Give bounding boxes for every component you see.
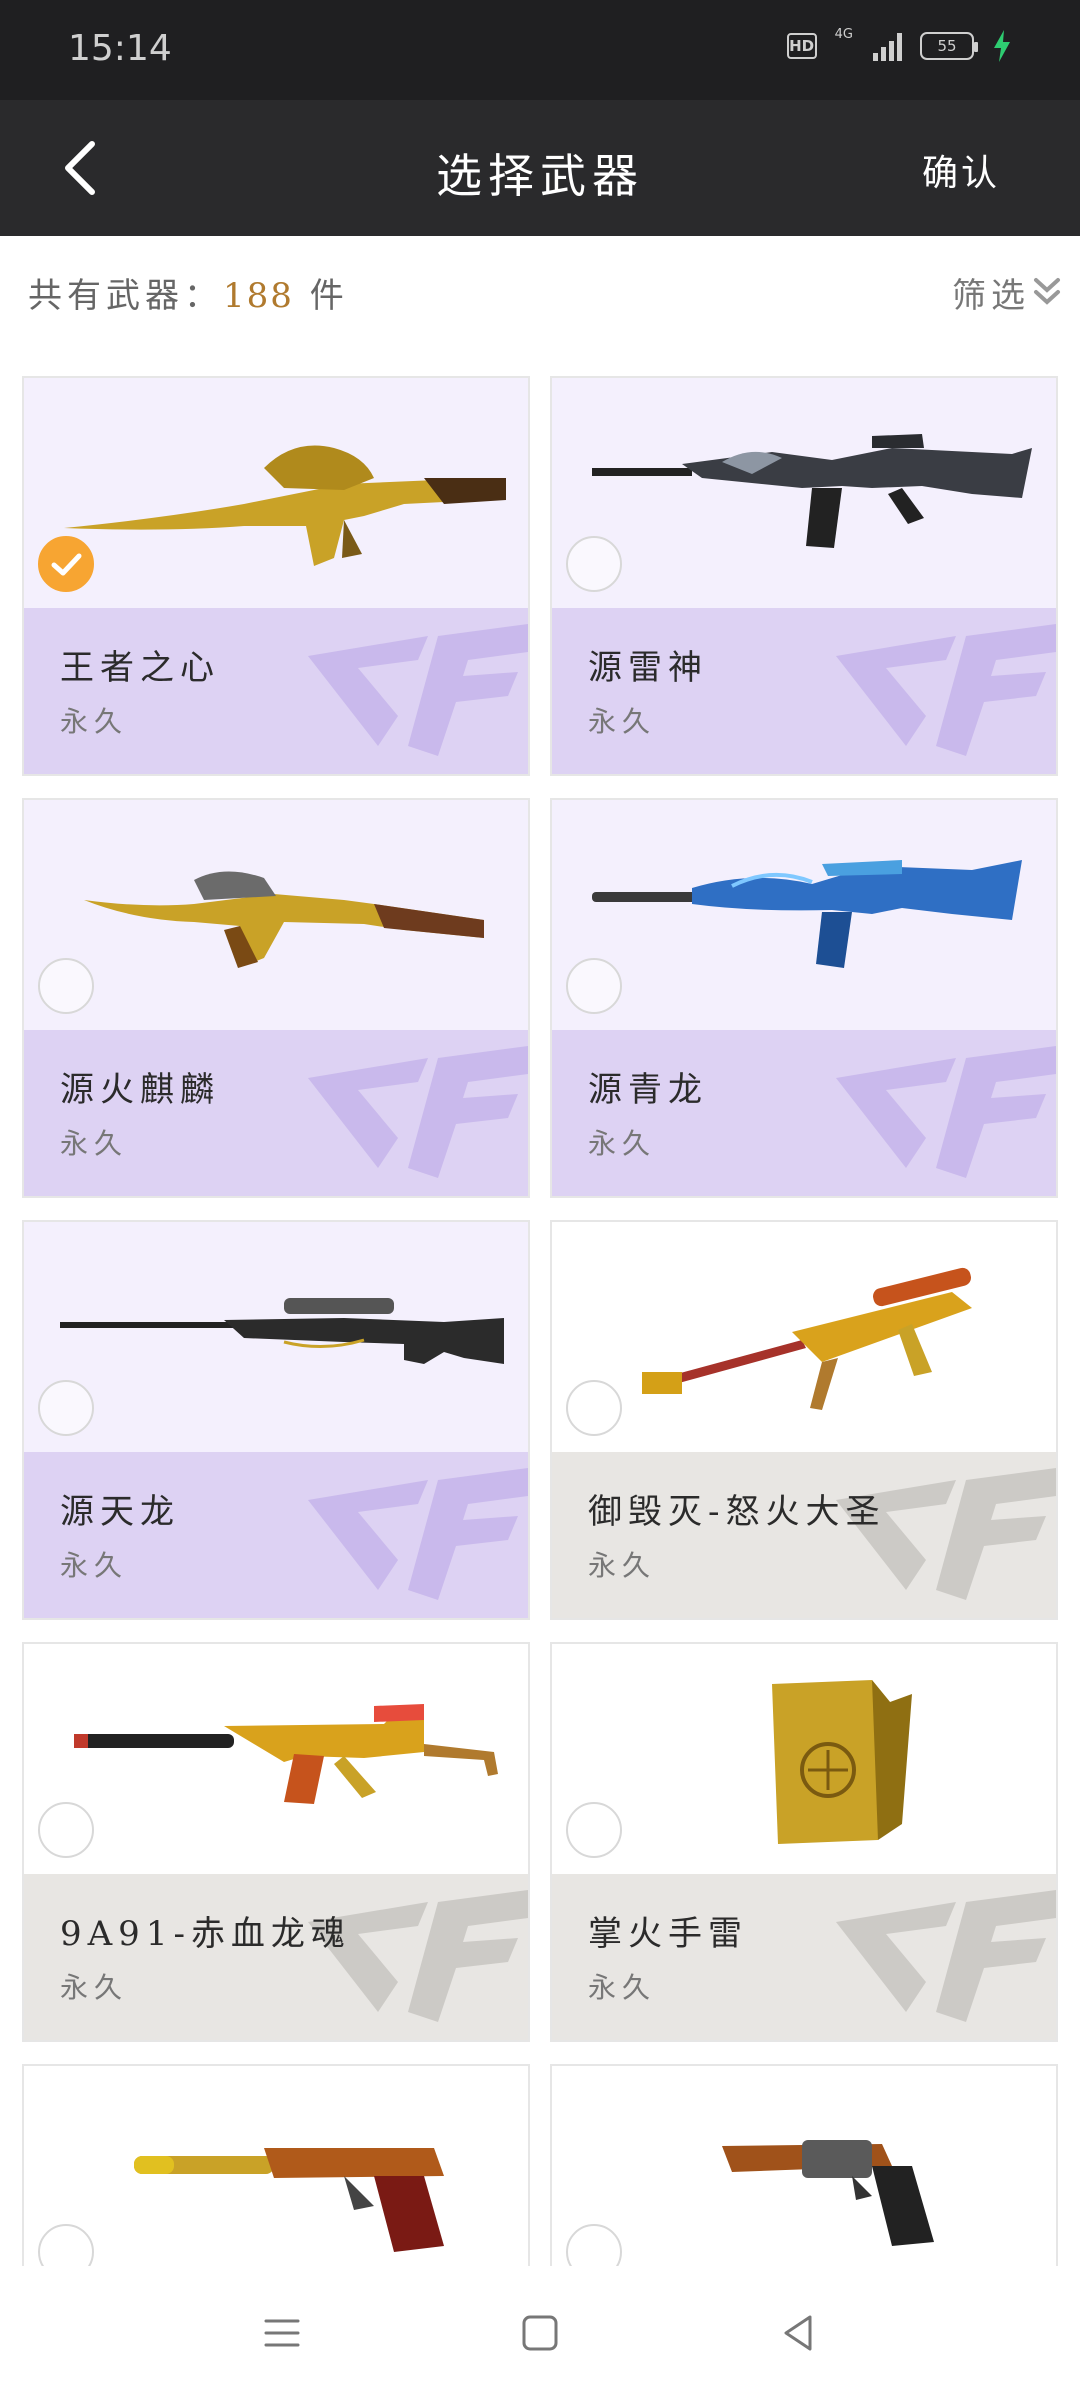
- weapon-name: 源火麒麟: [60, 1070, 220, 1110]
- weapon-card[interactable]: 源雷神 永久: [550, 376, 1058, 776]
- system-nav-bar: [0, 2266, 1080, 2400]
- back-button[interactable]: [40, 130, 120, 206]
- weapon-info: 9A91-赤血龙魂 永久: [24, 1874, 528, 2040]
- red-pistol-icon: [134, 2148, 444, 2252]
- cf-logo-icon: [836, 624, 1056, 756]
- cf-logo-icon: [836, 1890, 1056, 2022]
- weapon-image-area: [24, 1222, 528, 1452]
- select-radio[interactable]: [566, 958, 622, 1014]
- weapon-duration: 永久: [60, 1549, 129, 1582]
- weapon-name: 御毁灭-怒火大圣: [588, 1492, 886, 1532]
- weapon-card[interactable]: [22, 2064, 530, 2266]
- weapon-image-area: [552, 1222, 1056, 1452]
- weapon-duration: 永久: [60, 1971, 129, 2004]
- revolver-icon: [722, 2140, 934, 2246]
- status-bar: 15:14 HD 4G 55: [0, 0, 1080, 100]
- weapon-duration: 永久: [60, 1127, 129, 1160]
- weapon-info: 源青龙 永久: [552, 1030, 1056, 1196]
- weapon-name: 源天龙: [60, 1492, 180, 1532]
- weapon-name: 源雷神: [588, 648, 708, 688]
- status-icons: HD 4G 55: [786, 26, 1012, 62]
- filter-label: 筛选: [952, 276, 1030, 316]
- menu-button[interactable]: [242, 2302, 322, 2364]
- select-radio[interactable]: [566, 1380, 622, 1436]
- weapon-image-area: [24, 1644, 528, 1874]
- weapon-image-area: [24, 2066, 528, 2266]
- weapon-total: 共有武器：188 件: [28, 268, 349, 317]
- triangle-back-icon: [784, 2315, 812, 2351]
- weapon-info: 王者之心 永久: [24, 608, 528, 774]
- weapon-duration: 永久: [588, 1549, 657, 1582]
- weapon-grid: 王者之心 永久 源雷神 永久 源火麒麟 永久 源青龙 永久 源天龙 永久 御毁灭…: [0, 346, 1080, 2266]
- weapon-name: 9A91-赤血龙魂: [60, 1914, 351, 1954]
- fire-qilin-rifle-icon: [84, 871, 484, 968]
- weapon-card[interactable]: 源青龙 永久: [550, 798, 1058, 1198]
- double-chevron-down-icon: [1034, 277, 1060, 305]
- system-back-button[interactable]: [758, 2302, 838, 2364]
- select-radio[interactable]: [566, 536, 622, 592]
- back-arrow-icon: [65, 141, 95, 195]
- weapon-name: 王者之心: [60, 648, 220, 688]
- network-type: 4G: [834, 26, 853, 42]
- gold-grenade-box-icon: [772, 1680, 912, 1844]
- select-radio[interactable]: [38, 536, 94, 592]
- gold-dragon-rifle-icon: [64, 445, 506, 566]
- weapon-info: 源火麒麟 永久: [24, 1030, 528, 1196]
- select-radio[interactable]: [38, 1380, 94, 1436]
- heavy-sniper-icon: [642, 1267, 972, 1410]
- charging-icon: [994, 30, 1010, 62]
- weapon-image-area: [24, 800, 528, 1030]
- cf-logo-icon: [308, 1046, 528, 1178]
- cf-logo-icon: [836, 1046, 1056, 1178]
- weapon-card[interactable]: 源天龙 永久: [22, 1220, 530, 1620]
- weapon-card[interactable]: 王者之心 永久: [22, 376, 530, 776]
- weapon-duration: 永久: [60, 705, 129, 738]
- cf-logo-icon: [308, 624, 528, 756]
- cf-logo-icon: [308, 1468, 528, 1600]
- weapon-card[interactable]: 掌火手雷 永久: [550, 1642, 1058, 2042]
- filter-button[interactable]: 筛选: [952, 268, 1062, 317]
- weapon-image-area: [552, 800, 1056, 1030]
- weapon-image-area: [24, 378, 528, 608]
- hd-icon: HD: [786, 33, 817, 59]
- battery-icon: 55: [920, 32, 978, 60]
- total-count: 188: [223, 276, 294, 316]
- red-smg-icon: [74, 1704, 498, 1804]
- weapon-duration: 永久: [588, 1971, 657, 2004]
- status-time: 15:14: [68, 28, 172, 69]
- weapon-name: 源青龙: [588, 1070, 708, 1110]
- blue-dragon-rifle-icon: [592, 860, 1022, 968]
- signal-icon: [873, 31, 902, 61]
- summary-bar: 共有武器：188 件 筛选: [0, 236, 1080, 346]
- weapon-info: 掌火手雷 永久: [552, 1874, 1056, 2040]
- total-suffix: 件: [309, 276, 349, 316]
- weapon-card[interactable]: [550, 2064, 1058, 2266]
- select-radio[interactable]: [38, 958, 94, 1014]
- weapon-info: 源天龙 永久: [24, 1452, 528, 1618]
- home-button[interactable]: [500, 2302, 580, 2364]
- select-radio[interactable]: [38, 1802, 94, 1858]
- weapon-image-area: [552, 1644, 1056, 1874]
- weapon-duration: 永久: [588, 1127, 657, 1160]
- weapon-image-area: [552, 378, 1056, 608]
- weapon-card[interactable]: 9A91-赤血龙魂 永久: [22, 1642, 530, 2042]
- weapon-card[interactable]: 源火麒麟 永久: [22, 798, 530, 1198]
- weapon-duration: 永久: [588, 705, 657, 738]
- weapon-card[interactable]: 御毁灭-怒火大圣 永久: [550, 1220, 1058, 1620]
- weapon-image-area: [552, 2066, 1056, 2266]
- top-app-bar: 选择武器 确认: [0, 100, 1080, 236]
- weapon-info: 源雷神 永久: [552, 608, 1056, 774]
- total-prefix: 共有武器：: [28, 276, 223, 316]
- confirm-button[interactable]: 确认: [922, 144, 1000, 196]
- weapon-info: 御毁灭-怒火大圣 永久: [552, 1452, 1056, 1618]
- checkmark-icon: [51, 553, 82, 576]
- black-assault-rifle-icon: [592, 434, 1032, 548]
- menu-icon: [264, 2319, 300, 2347]
- sniper-rifle-icon: [60, 1298, 504, 1364]
- weapon-name: 掌火手雷: [588, 1914, 748, 1954]
- page-title: 选择武器: [436, 149, 644, 203]
- select-radio[interactable]: [566, 1802, 622, 1858]
- square-home-icon: [522, 2315, 558, 2351]
